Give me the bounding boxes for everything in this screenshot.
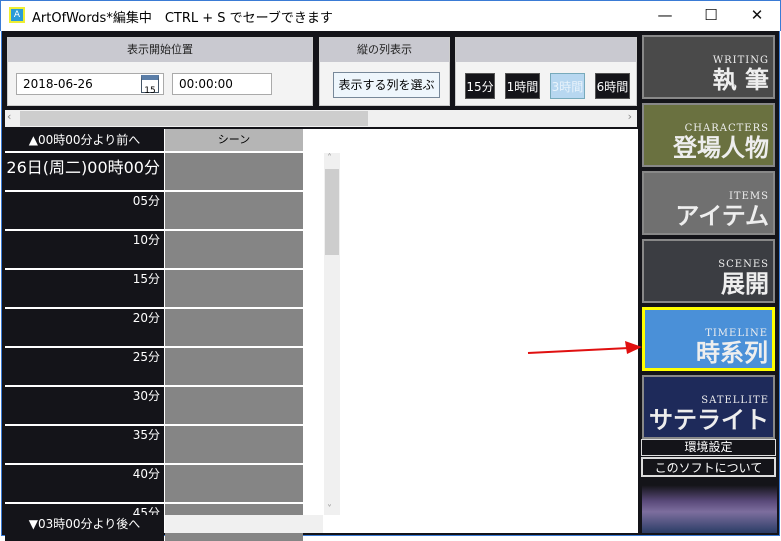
time-row-label: 40分 — [5, 465, 164, 502]
scrollbar-thumb[interactable] — [325, 169, 339, 255]
panel-header — [456, 38, 636, 62]
calendar-icon[interactable]: 15 — [141, 75, 159, 96]
scroll-down-icon[interactable]: ˅ — [327, 504, 332, 515]
scroll-right-icon[interactable]: › — [628, 110, 632, 123]
scene-cell[interactable] — [165, 231, 303, 268]
time-row-label: 25分 — [5, 348, 164, 385]
time-input[interactable]: 00:00:00 — [172, 73, 272, 95]
tile-japanese-label: 展開 — [721, 269, 769, 298]
tile-japanese-label: 登場人物 — [673, 133, 769, 162]
window-title: ArtOfWords*編集中 CTRL + S でセーブできます — [32, 11, 333, 26]
maximize-button[interactable]: ☐ — [688, 0, 734, 30]
tile-japanese-label: 時系列 — [696, 338, 768, 367]
settings-button[interactable]: 環境設定 — [641, 439, 776, 456]
scene-cell[interactable] — [165, 192, 303, 229]
vertical-scrollbar[interactable]: ˄ ˅ — [324, 153, 340, 515]
scene-cell[interactable] — [165, 270, 303, 307]
nav-tile-items[interactable]: ITEMS アイテム — [642, 171, 775, 235]
time-row-label: 05分 — [5, 192, 164, 229]
nav-tile-timeline[interactable]: TIMELINE 時系列 — [642, 307, 775, 371]
time-row-label: 35分 — [5, 426, 164, 463]
minimize-button[interactable]: — — [642, 0, 688, 30]
scale-3h-button[interactable]: 3時間 — [550, 73, 585, 99]
scene-cell[interactable] — [165, 387, 303, 424]
close-button[interactable]: ✕ — [734, 0, 780, 30]
panel-header: 表示開始位置 — [8, 38, 312, 62]
red-arrow-annotation — [527, 341, 642, 354]
scrollbar-thumb[interactable] — [20, 111, 368, 126]
time-row-label: 10分 — [5, 231, 164, 268]
time-row-label: 15分 — [5, 270, 164, 307]
scale-1h-button[interactable]: 1時間 — [505, 73, 540, 99]
tile-japanese-label: アイテム — [675, 201, 769, 230]
about-button[interactable]: このソフトについて — [641, 457, 776, 477]
time-row-label: 26日(周二)00時00分 — [5, 153, 164, 190]
scroll-left-icon[interactable]: ‹ — [7, 110, 11, 123]
next-period-button[interactable]: ▼03時00分より後へ — [5, 515, 164, 533]
time-row-label: 30分 — [5, 387, 164, 424]
nav-tile-satellite[interactable]: SATELLITE サテライト — [642, 375, 775, 439]
column-display-panel: 縦の列表示 表示する列を選ぶ — [319, 37, 450, 106]
scale-6h-button[interactable]: 6時間 — [595, 73, 630, 99]
scene-cell[interactable] — [165, 348, 303, 385]
scene-cell[interactable] — [165, 426, 303, 463]
timeline-grid: ▲00時00分より前へ シーン 26日(周二)00時00分 05分 10分 15分 20… — [5, 129, 638, 541]
scale-15min-button[interactable]: 15分 — [465, 73, 495, 99]
scene-column-header[interactable]: シーン — [165, 129, 303, 151]
select-columns-button[interactable]: 表示する列を選ぶ — [333, 72, 440, 98]
scroll-up-icon[interactable]: ˄ — [327, 153, 332, 164]
scene-cell[interactable] — [165, 465, 303, 502]
time-row-label: 20分 — [5, 309, 164, 346]
panel-header: 縦の列表示 — [320, 38, 449, 62]
scene-cell[interactable] — [165, 309, 303, 346]
app-icon: A — [9, 7, 25, 23]
tile-japanese-label: 執 筆 — [712, 65, 769, 94]
nav-tile-scenes[interactable]: SCENES 展開 — [642, 239, 775, 303]
tile-japanese-label: サテライト — [649, 405, 769, 434]
nav-tile-writing[interactable]: WRITING 執 筆 — [642, 35, 775, 99]
bottom-image — [642, 480, 777, 533]
grid-horizontal-scrollbar[interactable] — [165, 515, 323, 533]
start-position-panel: 表示開始位置 2018-06-26 15 00:00:00 — [7, 37, 313, 106]
nav-tile-characters[interactable]: CHARACTERS 登場人物 — [642, 103, 775, 167]
scene-cell[interactable] — [165, 153, 303, 190]
horizontal-scrollbar[interactable]: ‹ › — [5, 110, 637, 127]
previous-period-button[interactable]: ▲00時00分より前へ — [5, 129, 164, 151]
